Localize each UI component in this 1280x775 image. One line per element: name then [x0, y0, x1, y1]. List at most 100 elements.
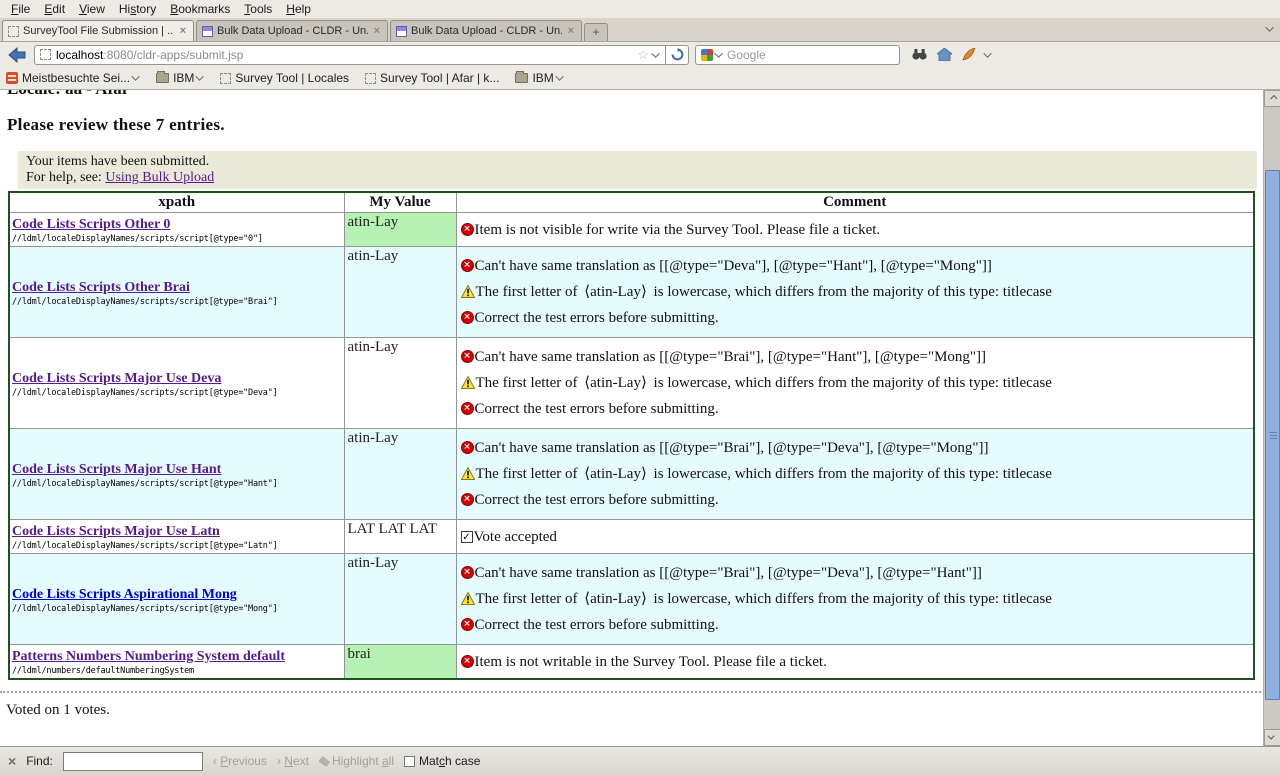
find-close-icon[interactable]: ×: [8, 753, 16, 769]
scroll-up-arrow-icon: [1270, 95, 1277, 102]
tab-close-icon[interactable]: ×: [372, 25, 382, 37]
back-button[interactable]: [6, 45, 28, 65]
url-dropdown-chevron-icon[interactable]: [651, 49, 659, 57]
menu-history[interactable]: History: [112, 1, 163, 17]
find-input[interactable]: [63, 752, 203, 771]
new-tab-button[interactable]: +: [584, 23, 608, 41]
bookmark-item-4[interactable]: Survey Tool | Afar | k...: [365, 71, 499, 85]
table-row: Code Lists Scripts Aspirational Mong//ld…: [9, 554, 1254, 645]
search-box[interactable]: Google: [695, 45, 900, 65]
table-row: Code Lists Scripts Other 0 //ldml/localeD…: [9, 213, 1254, 247]
browser-window: FileEditViewHistoryBookmarksToolsHelp Su…: [0, 0, 1280, 775]
comment-text: Correct the test errors before submittin…: [475, 310, 719, 326]
scroll-down-arrow-icon: [1268, 733, 1275, 740]
xpath-link[interactable]: Patterns Numbers Numbering System defaul…: [12, 649, 285, 664]
column-header-comment: Comment: [456, 192, 1254, 213]
scroll-down-button[interactable]: [1264, 729, 1280, 746]
url-domain: localhost: [56, 48, 103, 62]
bookmark-item-2[interactable]: IBM: [156, 71, 204, 85]
comment-text: The first letter of ⟨atin-Lay⟩ is lowerc…: [476, 375, 1052, 391]
bookmark-item-1[interactable]: Meistbesuchte Sei...: [6, 71, 140, 85]
using-bulk-upload-link[interactable]: Using Bulk Upload: [105, 170, 214, 185]
menu-file[interactable]: File: [4, 1, 37, 17]
find-highlight-button[interactable]: Highlight all: [319, 754, 394, 768]
xpath-path: //ldml/localeDisplayNames/scripts/script…: [12, 479, 342, 489]
find-matchcase-checkbox[interactable]: Match case: [404, 754, 480, 768]
warning-icon: [461, 285, 475, 298]
xpath-link[interactable]: Code Lists Scripts Major Use Latn: [12, 524, 220, 539]
menu-help[interactable]: Help: [279, 1, 318, 17]
menu-view[interactable]: View: [72, 1, 112, 17]
comment-text: Correct the test errors before submittin…: [475, 492, 719, 508]
comment-cell: ×Can't have same translation as [[@type=…: [456, 247, 1254, 338]
folder-icon: [515, 73, 528, 83]
bookmark-star-icon[interactable]: ☆: [637, 49, 649, 61]
tab-3[interactable]: Bulk Data Upload - CLDR - Un... ×: [390, 20, 582, 41]
matchcase-checkbox-icon: [404, 756, 415, 767]
comment-line: ×Item is not visible for write via the S…: [461, 222, 1250, 238]
my-value-cell: atin-Lay: [344, 429, 456, 520]
search-engine-chevron-icon[interactable]: [714, 49, 722, 57]
my-value-cell: atin-Lay: [344, 213, 456, 247]
reload-icon: [671, 48, 684, 61]
xpath-link[interactable]: Code Lists Scripts Other Brai: [12, 280, 190, 295]
tab-2[interactable]: Bulk Data Upload - CLDR - Un...×: [196, 20, 388, 41]
comment-text: Can't have same translation as [[@type="…: [475, 440, 989, 456]
find-next-button[interactable]: › Next: [277, 754, 309, 768]
my-value-cell: atin-Lay: [344, 247, 456, 338]
menu-bar: FileEditViewHistoryBookmarksToolsHelp: [0, 0, 1280, 18]
comment-line: ×Correct the test errors before submitti…: [461, 492, 1250, 508]
my-value-cell: brai: [344, 645, 456, 680]
column-header-xpath: xpath: [9, 192, 344, 213]
comment-cell: ×Can't have same translation as [[@type=…: [456, 429, 1254, 520]
binoculars-icon[interactable]: [912, 48, 927, 61]
tab-list-chevron-icon[interactable]: [1268, 19, 1274, 37]
tab-title: Bulk Data Upload - CLDR - Un...: [411, 25, 562, 37]
scrollbar-thumb[interactable]: [1265, 170, 1280, 700]
comment-text: Correct the test errors before submittin…: [475, 617, 719, 633]
table-row: Code Lists Scripts Major Use Hant //ldml/…: [9, 429, 1254, 520]
xpath-link[interactable]: Code Lists Scripts Aspirational Mong: [12, 587, 237, 602]
vertical-scrollbar[interactable]: [1263, 90, 1280, 746]
reload-button[interactable]: [665, 45, 689, 65]
comment-line: ×Can't have same translation as [[@type=…: [461, 565, 1250, 581]
comment-line: The first letter of ⟨atin-Lay⟩ is lowerc…: [461, 466, 1250, 482]
table-row: Code Lists Scripts Other Brai //ldml/loca…: [9, 247, 1254, 338]
xpath-link[interactable]: Code Lists Scripts Major Use Deva: [12, 371, 221, 386]
xpath-path: //ldml/localeDisplayNames/scripts/script…: [12, 297, 342, 307]
feather-icon[interactable]: [962, 48, 976, 61]
home-icon[interactable]: [937, 48, 952, 61]
comment-cell: ×Can't have same translation as [[@type=…: [456, 554, 1254, 645]
bookmark-item-5[interactable]: IBM: [515, 71, 563, 85]
table-row: Code Lists Scripts Major Use Deva //ldml/…: [9, 338, 1254, 429]
url-text: localhost:8080/cldr-apps/submit.jsp: [56, 48, 632, 62]
comment-text: Vote accepted: [474, 529, 557, 545]
tab-close-icon[interactable]: ×: [178, 25, 188, 37]
cldr-favicon-icon: [202, 26, 213, 37]
google-logo-icon: [701, 49, 713, 61]
xpath-cell: Code Lists Scripts Aspirational Mong//ld…: [9, 554, 344, 645]
scroll-up-button[interactable]: [1264, 90, 1280, 107]
bookmark-item-3[interactable]: Survey Tool | Locales: [220, 71, 349, 85]
url-bar[interactable]: localhost:8080/cldr-apps/submit.jsp ☆: [34, 45, 665, 65]
tab-1[interactable]: SurveyTool File Submission | ...×: [2, 20, 194, 41]
notice-line2-prefix: For help, see:: [26, 170, 105, 185]
find-previous-button[interactable]: ‹ Previous: [213, 754, 267, 768]
toolbar-overflow-chevron-icon[interactable]: [983, 49, 991, 57]
xpath-link[interactable]: Code Lists Scripts Other 0: [12, 217, 170, 232]
xpath-link[interactable]: Code Lists Scripts Major Use Hant: [12, 462, 221, 477]
tab-close-icon[interactable]: ×: [566, 25, 576, 37]
error-icon: ×: [461, 566, 474, 579]
xpath-cell: Code Lists Scripts Other Brai //ldml/loca…: [9, 247, 344, 338]
xpath-path: //ldml/localeDisplayNames/scripts/script…: [12, 234, 342, 244]
comment-text: Correct the test errors before submittin…: [475, 401, 719, 417]
error-icon: ×: [461, 655, 474, 668]
table-body: Code Lists Scripts Other 0 //ldml/localeD…: [9, 213, 1254, 680]
menu-edit[interactable]: Edit: [37, 1, 72, 17]
dotted-separator: [0, 691, 1261, 693]
xpath-path: //ldml/localeDisplayNames/scripts/script…: [12, 388, 342, 398]
menu-bookmarks[interactable]: Bookmarks: [163, 1, 237, 17]
chevron-down-icon: [555, 72, 563, 80]
url-path: :8080/cldr-apps/submit.jsp: [103, 48, 243, 62]
menu-tools[interactable]: Tools: [237, 1, 279, 17]
